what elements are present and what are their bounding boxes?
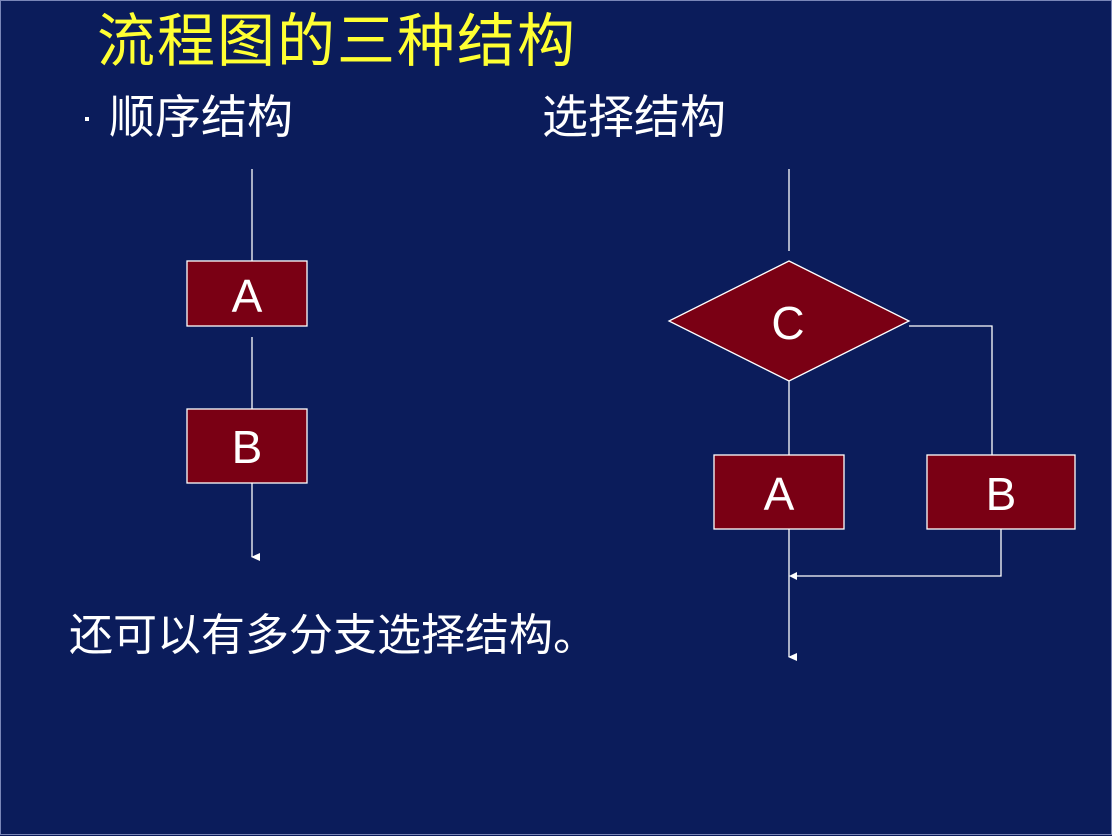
sequence-box-a-label: A bbox=[232, 270, 263, 322]
selection-structure: C A B bbox=[667, 169, 1076, 661]
multi-branch-note: 还可以有多分支选择结构。 bbox=[69, 610, 597, 661]
selection-box-a-label: A bbox=[764, 468, 795, 520]
sequence-box-b-label: B bbox=[232, 421, 263, 473]
slide: 流程图的三种结构 顺序结构 选择结构 A B C A B 还可以有多分支选择结构… bbox=[0, 0, 1112, 835]
flowchart-diagram: A B C A B bbox=[186, 169, 1076, 661]
merge-line bbox=[795, 529, 1002, 577]
decision-label: C bbox=[771, 297, 804, 349]
selection-box-b-label: B bbox=[986, 468, 1017, 520]
sequence-structure: A B bbox=[186, 169, 308, 561]
merge-arrowhead bbox=[789, 572, 797, 580]
branch-b-line bbox=[909, 325, 993, 455]
